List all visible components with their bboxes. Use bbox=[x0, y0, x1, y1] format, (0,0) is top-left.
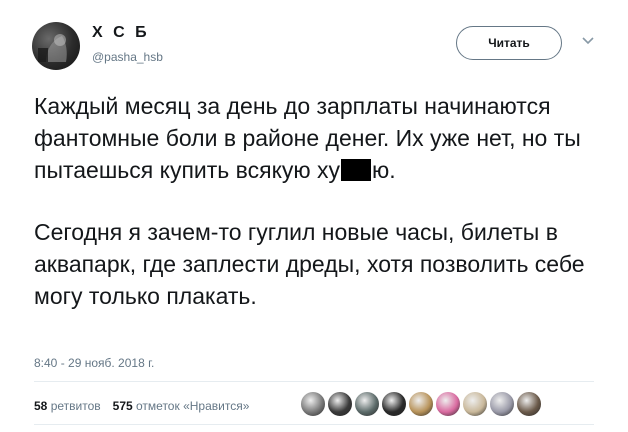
author-avatar[interactable] bbox=[32, 22, 80, 70]
tweet-text-part: ю. bbox=[372, 157, 396, 183]
avatar-image-icon bbox=[38, 34, 67, 62]
censor-bar bbox=[341, 159, 372, 181]
liker-avatar[interactable] bbox=[516, 391, 542, 417]
liker-avatar[interactable] bbox=[381, 391, 407, 417]
likes-count: 575 bbox=[112, 399, 133, 413]
tweet-paragraph: Сегодня я зачем-то гуглил новые часы, би… bbox=[34, 219, 585, 309]
divider bbox=[34, 381, 594, 382]
liker-avatar[interactable] bbox=[435, 391, 461, 417]
liker-avatar[interactable] bbox=[327, 391, 353, 417]
retweets-label: ретвитов bbox=[50, 399, 101, 413]
tweet-text-part: Каждый месяц за день до зарплаты начинаю… bbox=[34, 93, 581, 183]
retweets-count: 58 bbox=[34, 399, 48, 413]
tweet-header: Х С Б @pasha_hsb Читать bbox=[32, 18, 602, 74]
liker-avatar[interactable] bbox=[462, 391, 488, 417]
chevron-down-icon[interactable] bbox=[580, 32, 596, 48]
liker-avatar[interactable] bbox=[300, 391, 326, 417]
likes-stat[interactable]: 575 отметок «Нравится» bbox=[113, 399, 250, 413]
liker-avatar[interactable] bbox=[489, 391, 515, 417]
tweet-timestamp[interactable]: 8:40 - 29 нояб. 2018 г. bbox=[34, 356, 154, 370]
author-handle[interactable]: @pasha_hsb bbox=[92, 50, 163, 64]
retweets-stat[interactable]: 58 ретвитов bbox=[34, 399, 101, 413]
liker-avatars bbox=[300, 391, 543, 419]
divider bbox=[34, 424, 594, 425]
tweet-text: Каждый месяц за день до зарплаты начинаю… bbox=[34, 90, 594, 312]
liker-avatar[interactable] bbox=[354, 391, 380, 417]
engagement-stats: 58 ретвитов 575 отметок «Нравится» bbox=[34, 399, 249, 413]
author-name[interactable]: Х С Б bbox=[92, 24, 150, 42]
follow-button[interactable]: Читать bbox=[456, 26, 562, 60]
tweet-paragraph: Каждый месяц за день до зарплаты начинаю… bbox=[34, 90, 594, 186]
liker-avatar[interactable] bbox=[408, 391, 434, 417]
likes-label: отметок «Нравится» bbox=[136, 399, 250, 413]
